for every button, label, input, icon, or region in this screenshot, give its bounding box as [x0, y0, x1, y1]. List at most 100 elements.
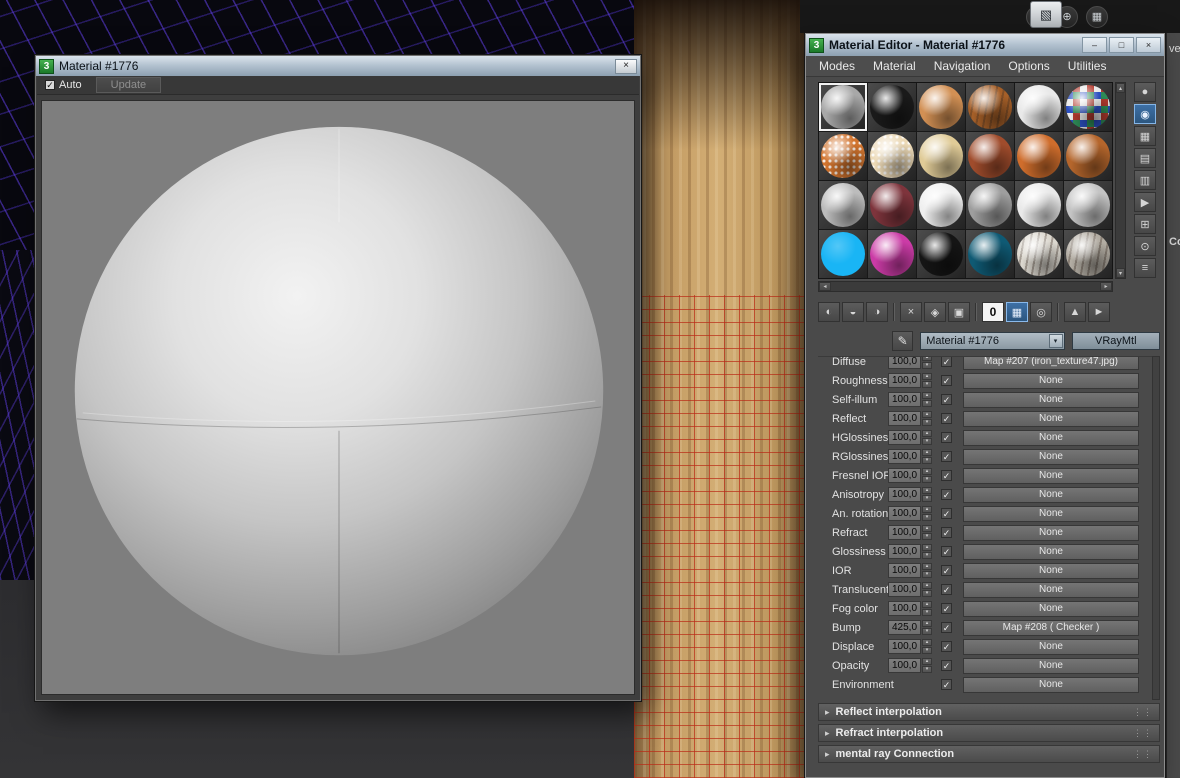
spinner-down-icon[interactable]: ▾	[922, 533, 932, 540]
params-scrollbar[interactable]	[1152, 356, 1160, 700]
param-map-button[interactable]: None	[963, 601, 1139, 617]
menu-utilities[interactable]: Utilities	[1059, 57, 1116, 75]
spinner-down-icon[interactable]: ▾	[922, 590, 932, 597]
sample-uv-tiling-icon[interactable]: ▤	[1134, 148, 1156, 168]
spinner-up-icon[interactable]: ▴	[922, 658, 932, 665]
material-slot-19[interactable]	[819, 230, 867, 278]
scroll-up-icon[interactable]: ▴	[1116, 83, 1125, 93]
options-icon[interactable]: ⊞	[1134, 214, 1156, 234]
slots-horizontal-scrollbar[interactable]: ◂ ▸	[818, 281, 1113, 292]
preview-titlebar[interactable]: 3 Material #1776 ×	[36, 56, 640, 76]
spinner-down-icon[interactable]: ▾	[922, 381, 932, 388]
material-slot-18[interactable]	[1064, 181, 1112, 229]
scroll-left-icon[interactable]: ◂	[819, 282, 831, 291]
spinner-up-icon[interactable]: ▴	[922, 582, 932, 589]
material-slot-12[interactable]	[1064, 132, 1112, 180]
show-end-result-icon[interactable]: ◎	[1030, 302, 1052, 322]
material-slot-10[interactable]	[966, 132, 1014, 180]
param-enable-checkbox[interactable]: ✓	[941, 470, 952, 481]
param-map-button[interactable]: None	[963, 563, 1139, 579]
spinner-up-icon[interactable]: ▴	[922, 449, 932, 456]
param-value-field[interactable]: 100,0	[888, 525, 921, 540]
material-slot-17[interactable]	[1015, 181, 1063, 229]
spinner-up-icon[interactable]: ▴	[922, 487, 932, 494]
param-map-button[interactable]: None	[963, 525, 1139, 541]
spinner-up-icon[interactable]: ▴	[922, 430, 932, 437]
param-value-field[interactable]: 100,0	[888, 468, 921, 483]
chevron-down-icon[interactable]: ▾	[1049, 334, 1063, 348]
material-name-dropdown[interactable]: Material #1776 ▾	[920, 332, 1064, 350]
go-forward-icon[interactable]: ►	[1088, 302, 1110, 322]
minimize-button[interactable]: –	[1082, 37, 1107, 53]
param-map-button[interactable]: None	[963, 468, 1139, 484]
spinner-up-icon[interactable]: ▴	[922, 468, 932, 475]
material-slot-9[interactable]	[917, 132, 965, 180]
spinner-up-icon[interactable]: ▴	[922, 411, 932, 418]
param-enable-checkbox[interactable]: ✓	[941, 508, 952, 519]
make-preview-icon[interactable]: ▶	[1134, 192, 1156, 212]
param-enable-checkbox[interactable]: ✓	[941, 451, 952, 462]
spinner-up-icon[interactable]: ▴	[922, 639, 932, 646]
spinner-down-icon[interactable]: ▾	[922, 438, 932, 445]
param-map-button[interactable]: None	[963, 430, 1139, 446]
rollout-refract-interpolation[interactable]: ▸Refract interpolation⋮⋮	[818, 724, 1160, 742]
spinner-down-icon[interactable]: ▾	[922, 457, 932, 464]
spinner-down-icon[interactable]: ▾	[922, 400, 932, 407]
maximize-button[interactable]: □	[1109, 37, 1134, 53]
param-value-field[interactable]: 100,0	[888, 449, 921, 464]
spinner-down-icon[interactable]: ▾	[922, 476, 932, 483]
video-color-check-icon[interactable]: ▥	[1134, 170, 1156, 190]
spinner-down-icon[interactable]: ▾	[922, 514, 932, 521]
menu-options[interactable]: Options	[999, 57, 1058, 75]
close-icon[interactable]: ×	[615, 59, 637, 74]
assign-to-selection-icon[interactable]: ◑	[866, 302, 888, 322]
spinner-up-icon[interactable]: ▴	[922, 525, 932, 532]
param-enable-checkbox[interactable]: ✓	[941, 527, 952, 538]
param-map-button[interactable]: None	[963, 373, 1139, 389]
spinner-up-icon[interactable]: ▴	[922, 392, 932, 399]
material-slot-6[interactable]	[1064, 83, 1112, 131]
param-enable-checkbox[interactable]: ✓	[941, 489, 952, 500]
param-enable-checkbox[interactable]: ✓	[941, 375, 952, 386]
scroll-right-icon[interactable]: ▸	[1100, 282, 1112, 291]
param-enable-checkbox[interactable]: ✓	[941, 679, 952, 690]
spinner-down-icon[interactable]: ▾	[922, 609, 932, 616]
param-value-field[interactable]: 100,0	[888, 487, 921, 502]
param-map-button[interactable]: None	[963, 639, 1139, 655]
slots-vertical-scrollbar[interactable]: ▴ ▾	[1115, 82, 1126, 279]
spinner-up-icon[interactable]: ▴	[922, 563, 932, 570]
menu-navigation[interactable]: Navigation	[925, 57, 1000, 75]
param-enable-checkbox[interactable]: ✓	[941, 641, 952, 652]
param-enable-checkbox[interactable]: ✓	[941, 622, 952, 633]
material-slot-20[interactable]	[868, 230, 916, 278]
material-slot-22[interactable]	[966, 230, 1014, 278]
material-slot-5[interactable]	[1015, 83, 1063, 131]
param-value-field[interactable]: 100,0	[888, 658, 921, 673]
spinner-down-icon[interactable]: ▾	[922, 419, 932, 426]
param-enable-checkbox[interactable]: ✓	[941, 356, 952, 367]
material-slot-16[interactable]	[966, 181, 1014, 229]
material-slot-3[interactable]	[917, 83, 965, 131]
put-to-scene-icon[interactable]: ◒	[842, 302, 864, 322]
param-value-field[interactable]: 425,0	[888, 620, 921, 635]
spinner-up-icon[interactable]: ▴	[922, 506, 932, 513]
menu-material[interactable]: Material	[864, 57, 925, 75]
sample-type-icon[interactable]: ●	[1134, 82, 1156, 102]
spinner-down-icon[interactable]: ▾	[922, 495, 932, 502]
param-value-field[interactable]: 100,0	[888, 506, 921, 521]
material-map-navigator-icon[interactable]: ≡	[1134, 258, 1156, 278]
spinner-down-icon[interactable]: ▾	[922, 571, 932, 578]
spinner-down-icon[interactable]: ▾	[922, 666, 932, 673]
make-unique-icon[interactable]: ◈	[924, 302, 946, 322]
param-enable-checkbox[interactable]: ✓	[941, 413, 952, 424]
rollout-mental-ray-connection[interactable]: ▸mental ray Connection⋮⋮	[818, 745, 1160, 763]
param-map-button[interactable]: Map #208 ( Checker )	[963, 620, 1139, 636]
material-slot-1[interactable]	[819, 83, 867, 131]
material-type-button[interactable]: VRayMtl	[1072, 332, 1160, 350]
spinner-down-icon[interactable]: ▾	[922, 647, 932, 654]
param-value-field[interactable]: 100,0	[888, 544, 921, 559]
material-slot-13[interactable]	[819, 181, 867, 229]
update-button[interactable]: Update	[96, 77, 161, 93]
param-value-field[interactable]: 100,0	[888, 373, 921, 388]
rollout-reflect-interpolation[interactable]: ▸Reflect interpolation⋮⋮	[818, 703, 1160, 721]
